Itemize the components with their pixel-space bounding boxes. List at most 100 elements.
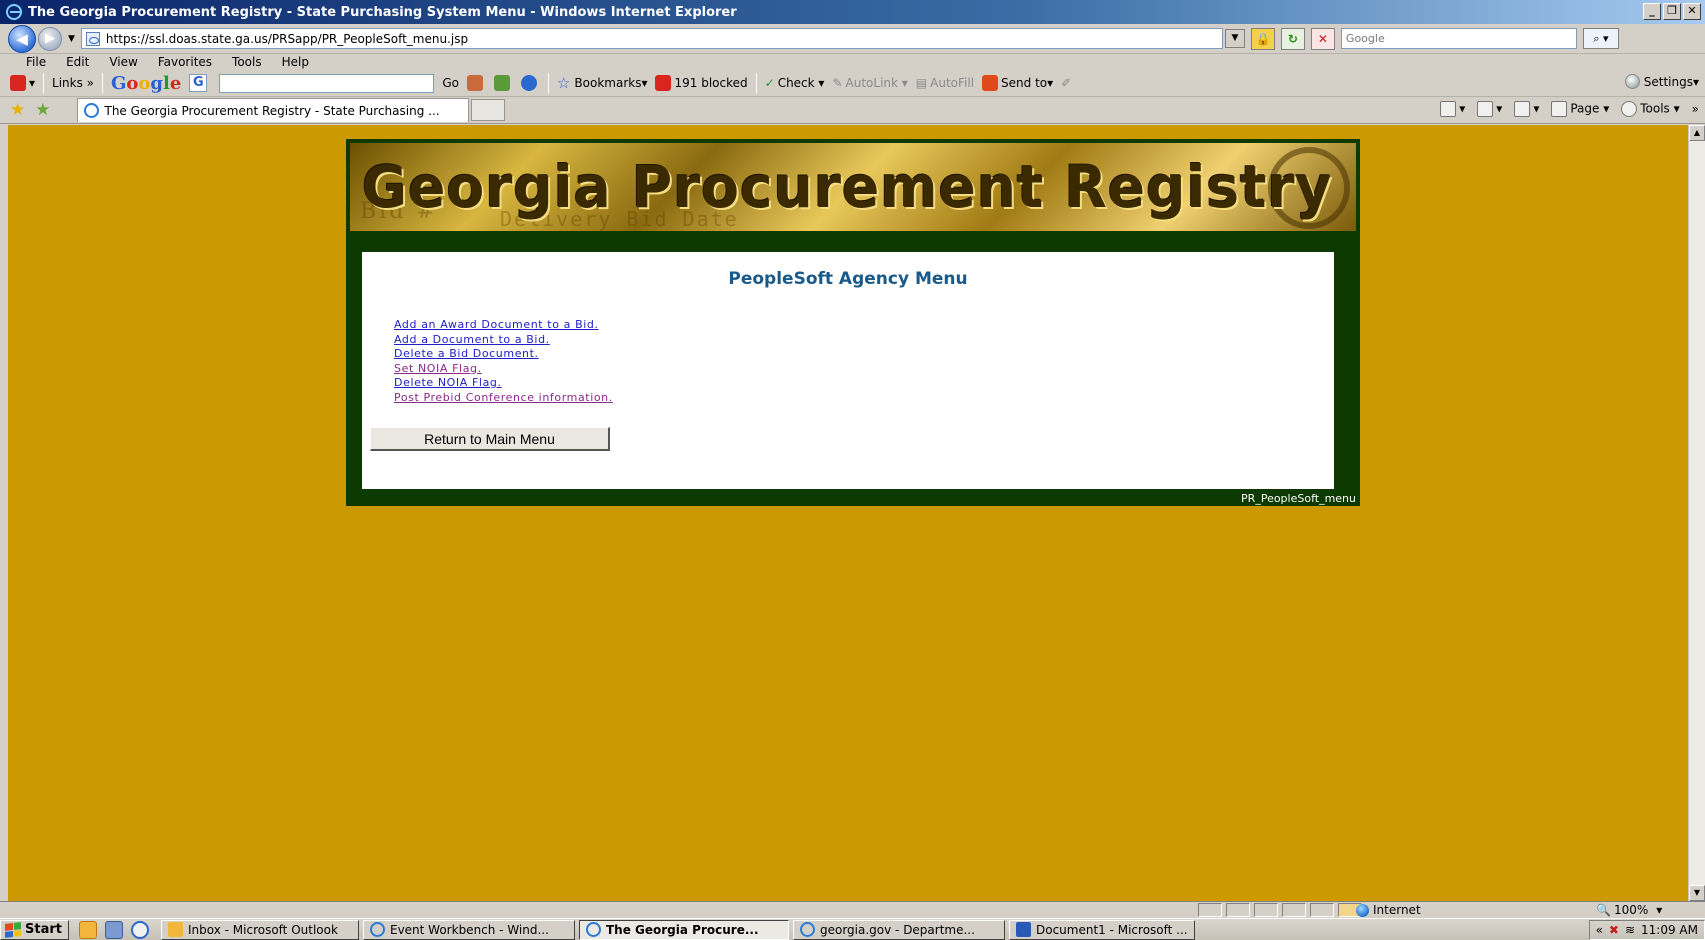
google-logo-letter: o [126,72,139,94]
new-tab-button[interactable] [470,99,505,121]
media-quicklaunch-icon[interactable] [130,920,149,939]
print-button[interactable]: ▾ [1514,101,1539,117]
security-zone[interactable]: Internet [1356,903,1421,917]
popup-blocker-button[interactable]: 191 blocked [655,75,748,91]
zone-label: Internet [1373,903,1421,917]
restore-button[interactable]: ❐ [1663,3,1681,20]
tray-expand-icon[interactable]: « [1596,923,1603,937]
set-noia-flag-link[interactable]: Set NOIA Flag. [394,362,482,375]
network-icon[interactable]: ✖ [1609,923,1619,937]
taskbar-button-word-document[interactable]: Document1 - Microsoft ... [1008,919,1195,940]
address-toolbar: ◀ ▶ ▼ https://ssl.doas.state.ga.us/PRSap… [0,24,1705,54]
google-g-icon[interactable]: G [189,74,208,92]
refresh-button[interactable]: ↻ [1280,27,1305,50]
lock-icon[interactable]: 🔒 [1250,27,1275,50]
translate-icon [10,75,26,91]
desktop-quicklaunch-icon[interactable] [104,920,123,939]
star-icon: ☆ [556,74,571,92]
gear-icon [1621,101,1638,117]
feeds-button[interactable]: ▾ [1477,101,1502,117]
home-icon [1440,101,1457,117]
menu-edit[interactable]: Edit [66,55,89,69]
popup-blocked-icon [655,75,672,91]
tab-bar: ★ ★ The Georgia Procurement Registry - S… [0,97,1705,124]
delete-noia-flag-link[interactable]: Delete NOIA Flag. [394,376,502,389]
outlook-quicklaunch-icon[interactable] [78,920,97,939]
zoom-control[interactable]: 🔍 100% ▾ [1596,903,1662,917]
google-logo-letter: e [169,72,182,94]
autolink-button[interactable]: ✎ AutoLink ▾ [832,76,907,90]
bookmarks-button[interactable]: ☆ Bookmarks ▾ [557,74,648,92]
menu-bar: File Edit View Favorites Tools Help [0,54,1705,70]
scroll-up-icon[interactable]: ▲ [1689,125,1705,141]
stop-button[interactable]: ✕ [1310,27,1335,50]
page-heading: PeopleSoft Agency Menu [728,269,968,289]
spellcheck-button[interactable]: ✓ Check ▾ [765,76,825,90]
page-menu-button[interactable]: Page ▾ [1551,101,1609,117]
search-button[interactable]: ⌕ ▾ [1582,28,1619,49]
add-award-document-link[interactable]: Add an Award Document to a Bid. [394,318,599,331]
menu-view[interactable]: View [109,55,137,69]
list-item: Add an Award Document to a Bid. [394,317,613,332]
command-bar: ▾ ▾ ▾ Page ▾ Tools ▾ » [1440,101,1699,117]
taskbar-button-outlook[interactable]: Inbox - Microsoft Outlook [160,919,359,940]
page-icon [85,31,100,46]
google-search-input[interactable] [219,73,435,93]
address-input[interactable]: https://ssl.doas.state.ga.us/PRSapp/PR_P… [80,28,1223,49]
list-item: Set NOIA Flag. [394,361,613,376]
tab-georgia-procurement[interactable]: The Georgia Procurement Registry - State… [76,98,469,122]
print-icon [1514,101,1531,117]
menu-file[interactable]: File [26,55,46,69]
links-button[interactable]: Links » [52,76,94,90]
tab-title: The Georgia Procurement Registry - State… [104,103,440,118]
start-label: Start [25,922,62,937]
google-go-button[interactable]: Go [442,76,459,90]
back-button[interactable]: ◀ [8,24,36,53]
search-input[interactable]: Google [1340,28,1577,49]
highlight-icon[interactable]: ✐ [1061,76,1071,90]
toolbar-separator [547,73,549,93]
history-dropdown-icon[interactable]: ▼ [68,34,75,44]
favorites-center-icon[interactable]: ★ [10,100,25,120]
taskbar-button-georgia-procurement[interactable]: The Georgia Procure... [578,919,789,940]
taskbar-button-label: The Georgia Procure... [605,922,759,937]
dell-icon[interactable] [520,75,537,91]
news-icon[interactable] [493,75,510,91]
delete-bid-document-link[interactable]: Delete a Bid Document. [394,347,539,360]
taskbar-button-label: Inbox - Microsoft Outlook [187,922,338,937]
clock[interactable]: 11:09 AM [1641,923,1698,937]
vertical-scrollbar[interactable]: ▲ ▼ [1688,125,1705,901]
google-logo[interactable]: Google [111,73,181,94]
scroll-down-icon[interactable]: ▼ [1689,885,1705,901]
taskbar-button-label: Document1 - Microsoft ... [1035,922,1188,937]
wireless-icon[interactable]: ≋ [1625,923,1635,937]
home-button[interactable]: ▾ [1440,101,1465,117]
settings-button[interactable]: Settings ▾ [1624,74,1699,89]
add-document-link[interactable]: Add a Document to a Bid. [394,333,550,346]
status-panel [1198,903,1222,917]
tools-menu-button[interactable]: Tools ▾ [1621,101,1680,117]
status-panels [1194,903,1362,917]
start-button[interactable]: Start [0,919,69,940]
forward-button[interactable]: ▶ [38,26,62,51]
return-to-main-menu-button[interactable]: Return to Main Menu [370,427,610,451]
translate-button[interactable]: ▾ [10,75,35,91]
check-icon: ✓ [764,76,775,90]
post-prebid-conference-link[interactable]: Post Prebid Conference information. [394,391,613,404]
pagerank-icon[interactable] [466,75,483,91]
menu-tools[interactable]: Tools [232,55,262,69]
more-chevron-icon[interactable]: » [1692,102,1699,116]
menu-help[interactable]: Help [282,55,309,69]
taskbar-button-event-workbench[interactable]: Event Workbench - Wind... [362,919,575,940]
minimize-button[interactable]: _ [1643,3,1661,20]
settings-label: Settings [1643,74,1693,89]
internet-explorer-icon [369,922,385,937]
taskbar-button-georgia-gov[interactable]: georgia.gov - Departme... [792,919,1005,940]
close-button[interactable]: ✕ [1683,3,1701,20]
main-frame: Bid # Delivery Bid Date Georgia Procurem… [346,139,1360,506]
menu-favorites[interactable]: Favorites [158,55,212,69]
address-dropdown-button[interactable]: ▼ [1224,29,1245,48]
add-favorites-icon[interactable]: ★ [35,100,50,120]
autofill-button[interactable]: ▤ AutoFill [916,76,974,90]
sendto-button[interactable]: Send to ▾ [982,75,1053,91]
